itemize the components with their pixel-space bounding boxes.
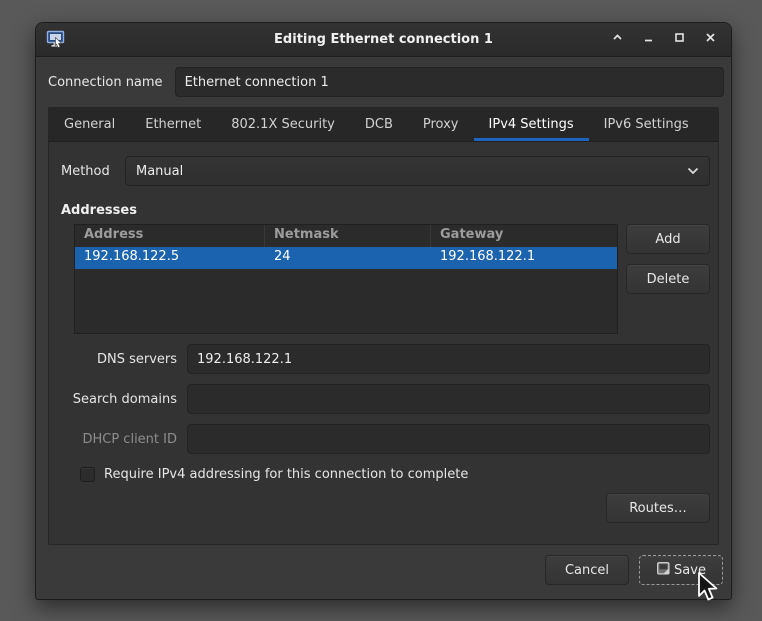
delete-address-button[interactable]: Delete	[626, 264, 710, 294]
column-header-gateway[interactable]: Gateway	[431, 225, 617, 247]
dns-servers-label: DNS servers	[96, 351, 177, 367]
titlebar[interactable]: Editing Ethernet connection 1	[36, 23, 731, 57]
tab-ipv6-settings[interactable]: IPv6 Settings	[589, 108, 704, 141]
settings-notebook: General Ethernet 802.1X Security DCB Pro…	[48, 107, 719, 545]
tab-proxy[interactable]: Proxy	[408, 108, 474, 141]
search-domains-input[interactable]	[187, 384, 710, 414]
require-ipv4-checkbox-row[interactable]: Require IPv4 addressing for this connect…	[80, 467, 710, 482]
dhcp-client-id-input	[187, 424, 710, 454]
ipv4-settings-panel: Method Manual Addresses Address Netmask …	[49, 142, 718, 544]
method-label: Method	[61, 163, 110, 179]
tab-dcb[interactable]: DCB	[350, 108, 408, 141]
tab-802-1x-security[interactable]: 802.1X Security	[216, 108, 350, 141]
addresses-table: Address Netmask Gateway 192.168.122.5 24…	[74, 224, 618, 334]
chevron-up-icon	[612, 32, 623, 47]
method-dropdown-value: Manual	[136, 163, 184, 179]
address-table-row-selected[interactable]: 192.168.122.5 24 192.168.122.1	[75, 247, 617, 269]
method-dropdown[interactable]: Manual	[125, 156, 710, 186]
tab-ipv4-settings[interactable]: IPv4 Settings	[474, 108, 589, 141]
connection-name-input[interactable]	[174, 67, 724, 97]
dhcp-client-id-label: DHCP client ID	[82, 431, 177, 447]
maximize-button[interactable]	[668, 29, 690, 51]
connection-name-label: Connection name	[48, 74, 163, 90]
arrow-cursor-icon	[697, 572, 721, 608]
connection-editor-window: Editing Ethernet connection 1 Connection…	[35, 22, 732, 600]
cancel-button[interactable]: Cancel	[545, 555, 629, 585]
maximize-icon	[674, 32, 685, 47]
add-address-button[interactable]: Add	[626, 224, 710, 254]
minimize-button[interactable]	[637, 29, 659, 51]
addresses-section-label: Addresses	[61, 203, 137, 218]
window-controls	[606, 29, 721, 51]
addresses-table-header: Address Netmask Gateway	[75, 225, 617, 247]
cell-gateway[interactable]: 192.168.122.1	[431, 247, 617, 269]
search-domains-label: Search domains	[72, 391, 177, 407]
save-floppy-icon	[656, 561, 671, 580]
column-header-address[interactable]: Address	[75, 225, 265, 247]
chevron-down-icon	[687, 167, 699, 175]
require-ipv4-checkbox[interactable]	[80, 467, 95, 482]
dns-servers-input[interactable]	[187, 344, 710, 374]
tab-general[interactable]: General	[49, 108, 130, 141]
close-icon	[705, 32, 716, 47]
cell-address[interactable]: 192.168.122.5	[75, 247, 265, 269]
column-header-netmask[interactable]: Netmask	[265, 225, 431, 247]
cell-netmask[interactable]: 24	[265, 247, 431, 269]
require-ipv4-checkbox-label: Require IPv4 addressing for this connect…	[104, 467, 469, 482]
routes-button[interactable]: Routes…	[606, 493, 710, 523]
network-connection-editor-icon	[46, 30, 68, 50]
close-button[interactable]	[699, 29, 721, 51]
shade-window-button[interactable]	[606, 29, 628, 51]
minimize-icon	[643, 32, 654, 47]
tab-bar: General Ethernet 802.1X Security DCB Pro…	[49, 108, 718, 142]
tab-ethernet[interactable]: Ethernet	[130, 108, 216, 141]
